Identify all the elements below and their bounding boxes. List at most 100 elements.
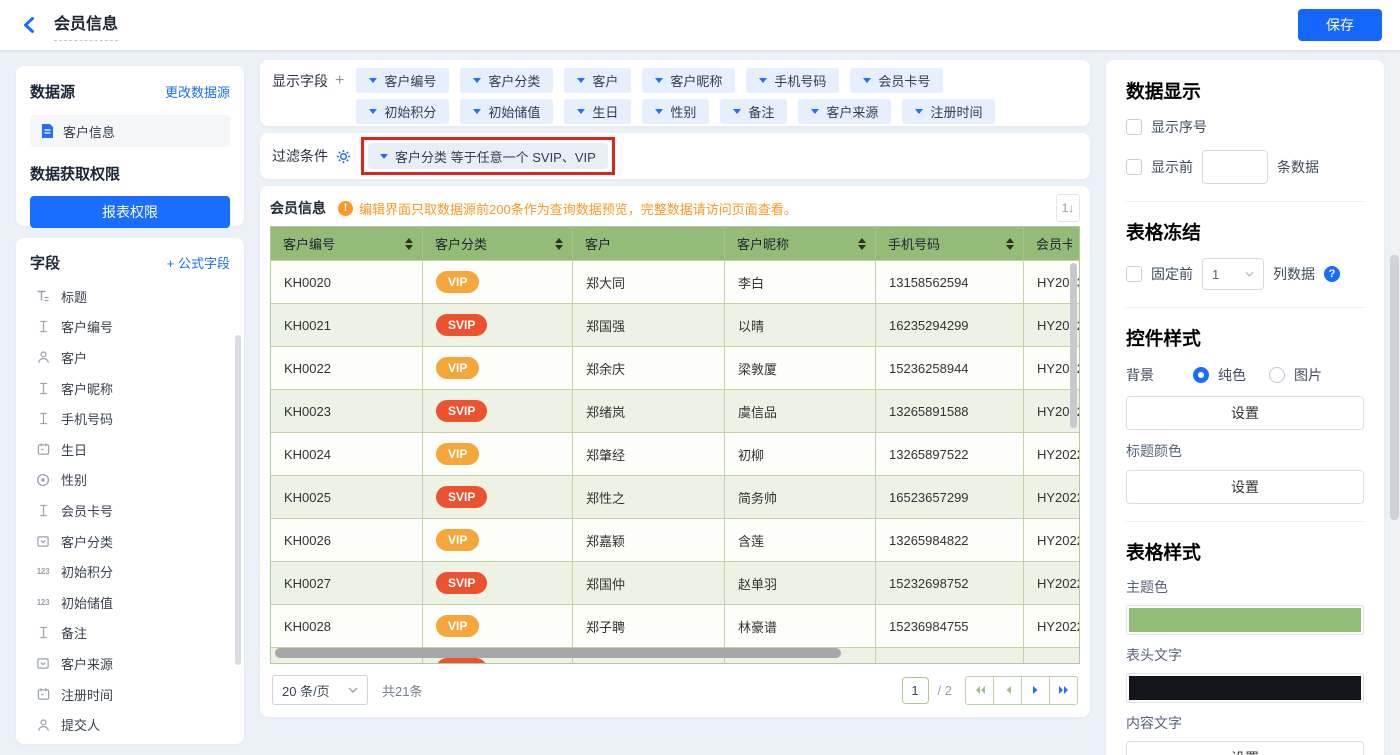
- page-size-select[interactable]: 20 条/页: [272, 675, 368, 705]
- field-item[interactable]: 注册时间: [30, 679, 230, 710]
- field-item[interactable]: 会员卡号: [30, 495, 230, 526]
- title-color-set-button[interactable]: 设置: [1126, 470, 1364, 504]
- sort-arrows-icon[interactable]: [549, 237, 563, 250]
- page-number-input[interactable]: [901, 676, 929, 704]
- display-field-chip[interactable]: 备注: [720, 99, 788, 124]
- table-row[interactable]: KH0023 SVIP 郑绪岚 虞信品 13265891588 HY2022: [271, 389, 1079, 432]
- freeze-columns-checkbox[interactable]: [1126, 266, 1142, 282]
- chip-label: 客户来源: [826, 105, 879, 120]
- background-set-button[interactable]: 设置: [1126, 396, 1364, 430]
- datasource-item[interactable]: 客户信息: [30, 115, 230, 147]
- chevron-down-icon: [369, 109, 378, 114]
- field-item[interactable]: 123 初始积分: [30, 556, 230, 587]
- freeze-columns-select[interactable]: 1: [1202, 258, 1264, 290]
- display-field-chip[interactable]: 手机号码: [746, 68, 840, 93]
- sort-order-icon[interactable]: 1↓: [1056, 194, 1080, 222]
- field-item[interactable]: 手机号码: [30, 403, 230, 434]
- show-first-checkbox[interactable]: [1126, 159, 1142, 175]
- display-field-chip[interactable]: 初始积分: [356, 99, 450, 124]
- field-item[interactable]: 客户分类: [30, 526, 230, 557]
- cell-code: KH0022: [271, 347, 423, 389]
- column-header[interactable]: 手机号码: [876, 227, 1024, 260]
- table-freeze-title: 表格冻结: [1126, 222, 1201, 243]
- field-item[interactable]: 客户来源: [30, 648, 230, 679]
- cell-nickname: 以晴: [725, 304, 876, 346]
- sort-arrows-icon[interactable]: [852, 237, 866, 250]
- display-field-chip[interactable]: 性别: [642, 99, 710, 124]
- display-field-chip[interactable]: 会员卡号: [850, 68, 944, 93]
- filter-settings-gear-icon[interactable]: [336, 149, 351, 164]
- theme-color-swatch[interactable]: [1126, 605, 1364, 635]
- display-field-chip[interactable]: 生日: [564, 99, 632, 124]
- field-item-label: 客户: [61, 350, 88, 366]
- sort-arrows-icon[interactable]: [1000, 237, 1014, 250]
- cell-phone: 13158562594: [876, 261, 1024, 303]
- table-row[interactable]: KH0022 VIP 郑余庆 梁敦厦 15236258944 HY2022: [271, 346, 1079, 389]
- table-row[interactable]: KH0024 VIP 郑肇经 初柳 13265897522 HY2022: [271, 432, 1079, 475]
- column-header[interactable]: 会员卡号: [1024, 227, 1079, 260]
- display-field-chip[interactable]: 初始储值: [460, 99, 554, 124]
- page-title[interactable]: 会员信息: [54, 16, 119, 42]
- back-button[interactable]: [18, 15, 38, 35]
- field-item[interactable]: 备注: [30, 618, 230, 649]
- column-header[interactable]: 客户: [573, 227, 725, 260]
- add-display-field-button[interactable]: +: [335, 73, 344, 89]
- next-page-button[interactable]: [1021, 675, 1050, 705]
- page-scrollbar-thumb[interactable]: [1390, 255, 1399, 520]
- category-badge: SVIP: [436, 313, 488, 337]
- cell-phone: 15232698752: [876, 562, 1024, 604]
- field-item[interactable]: 客户编号: [30, 312, 230, 343]
- total-count-label: 共21条: [382, 683, 423, 699]
- filter-condition-chip[interactable]: 客户分类 等于任意一个 SVIP、VIP: [368, 143, 608, 169]
- field-item[interactable]: 生日: [30, 434, 230, 465]
- display-field-chip[interactable]: 客户: [564, 68, 632, 93]
- first-page-button[interactable]: [965, 675, 994, 705]
- table-row[interactable]: KH0021 SVIP 郑国强 以晴 16235294299 HY2022: [271, 303, 1079, 346]
- add-formula-field-link[interactable]: + 公式字段: [167, 253, 230, 272]
- display-field-chip[interactable]: 客户昵称: [642, 68, 736, 93]
- display-field-chip[interactable]: 客户分类: [460, 68, 554, 93]
- display-field-chip[interactable]: 客户来源: [798, 99, 892, 124]
- previous-page-button[interactable]: [993, 675, 1022, 705]
- header-text-color-swatch[interactable]: [1126, 673, 1364, 703]
- field-item[interactable]: 客户: [30, 342, 230, 373]
- solid-color-radio[interactable]: [1193, 367, 1209, 383]
- report-permission-button[interactable]: 报表权限: [30, 196, 230, 228]
- display-field-chip[interactable]: 客户编号: [356, 68, 450, 93]
- save-button[interactable]: 保存: [1298, 9, 1382, 41]
- rows-count-input[interactable]: [1202, 150, 1268, 184]
- table-row[interactable]: KH0026 VIP 郑嘉颖 含莲 13265984822 HY2022: [271, 518, 1079, 561]
- column-header[interactable]: 客户编号: [271, 227, 423, 260]
- sort-arrows-icon[interactable]: [399, 237, 413, 250]
- divider: [1126, 307, 1364, 308]
- table-row[interactable]: KH0025 SVIP 郑性之 简务帅 16523657299 HY2022: [271, 475, 1079, 518]
- chevron-down-icon: [811, 109, 820, 114]
- image-radio[interactable]: [1269, 367, 1285, 383]
- table-row[interactable]: KH0028 VIP 郑子聘 林豪谱 15236984755 HY2022: [271, 604, 1079, 647]
- chevron-down-icon: [655, 109, 664, 114]
- content-text-set-button[interactable]: 设置: [1126, 741, 1364, 755]
- last-page-button[interactable]: [1049, 675, 1078, 705]
- field-item[interactable]: 客户昵称: [30, 373, 230, 404]
- theme-color-fill: [1129, 608, 1361, 632]
- table-row[interactable]: KH0027 SVIP 郑国仲 赵单羽 15232698752 HY2022: [271, 561, 1079, 604]
- field-item[interactable]: 性别: [30, 465, 230, 496]
- filter-condition-text: 客户分类 等于任意一个 SVIP、VIP: [395, 149, 596, 165]
- change-datasource-link[interactable]: 更改数据源: [165, 82, 230, 101]
- cell-code: KH0028: [271, 605, 423, 647]
- fields-title: 字段: [30, 255, 61, 272]
- show-index-checkbox[interactable]: [1126, 119, 1142, 135]
- display-field-chip[interactable]: 注册时间: [902, 99, 996, 124]
- column-header[interactable]: 客户分类: [423, 227, 573, 260]
- field-item[interactable]: 标题: [30, 281, 230, 312]
- text-icon: [34, 412, 52, 425]
- field-item[interactable]: 123 初始储值: [30, 587, 230, 618]
- table-row[interactable]: KH0020 VIP 郑大同 李白 13158562594 HY2023: [271, 260, 1079, 303]
- field-item[interactable]: 提交人: [30, 709, 230, 740]
- cell-customer: 郑子聘: [573, 605, 725, 647]
- help-icon[interactable]: ?: [1324, 266, 1340, 282]
- fields-scrollbar[interactable]: [235, 335, 241, 665]
- table-vertical-scrollbar[interactable]: [1070, 263, 1077, 428]
- column-header[interactable]: 客户昵称: [725, 227, 876, 260]
- table-horizontal-scrollbar[interactable]: [275, 648, 841, 658]
